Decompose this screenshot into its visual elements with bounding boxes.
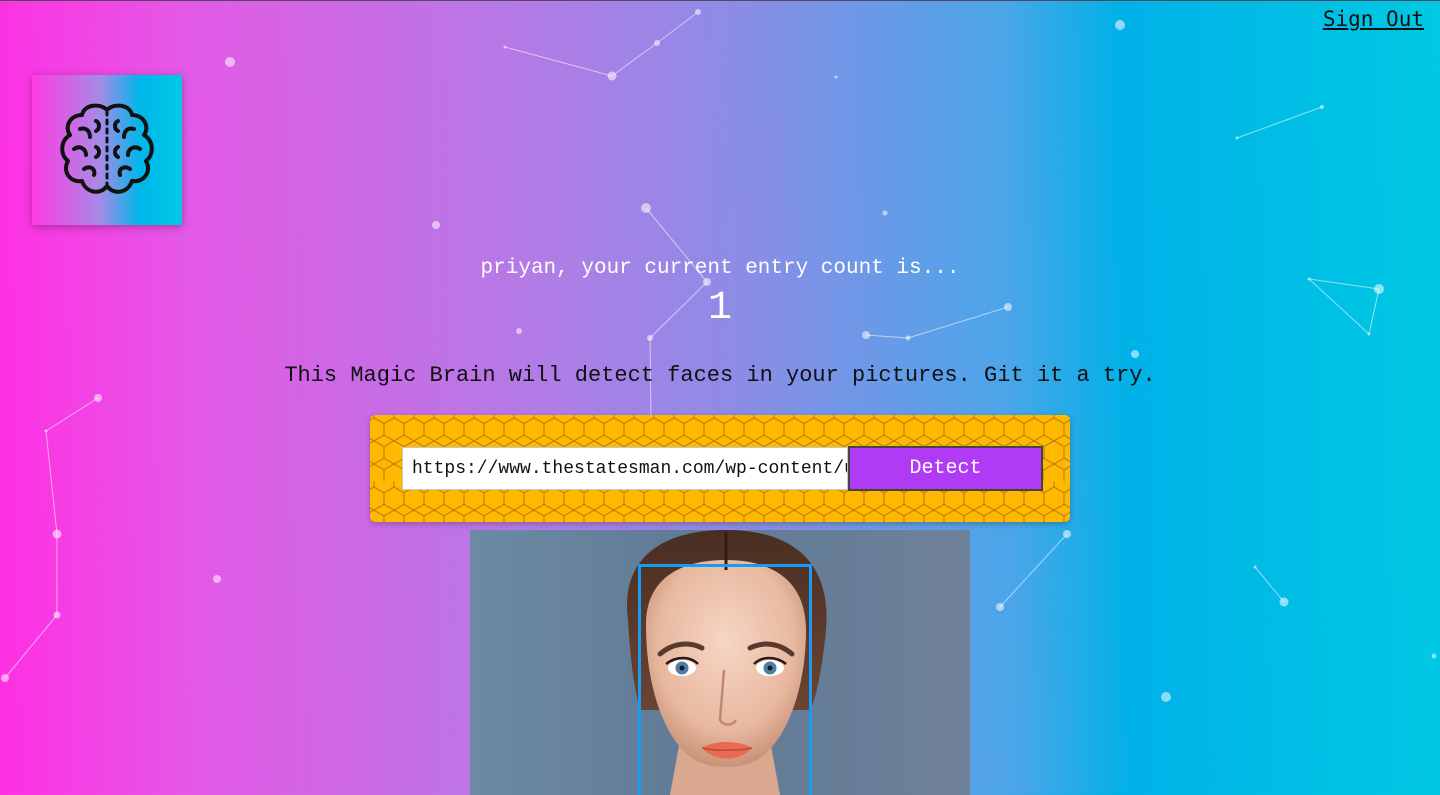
logo[interactable] (32, 75, 182, 225)
detect-button[interactable]: Detect (848, 446, 1043, 491)
entry-count: 1 (707, 286, 732, 331)
brain-icon (60, 103, 154, 194)
face-bounding-box (638, 564, 812, 795)
image-link-form: Detect (370, 415, 1070, 522)
sign-out-link[interactable]: Sign Out (1323, 7, 1424, 31)
image-url-input[interactable] (402, 447, 848, 490)
face-image (470, 530, 970, 795)
app-description: This Magic Brain will detect faces in yo… (284, 363, 1156, 388)
entry-count-greeting: priyan, your current entry count is... (480, 257, 960, 280)
